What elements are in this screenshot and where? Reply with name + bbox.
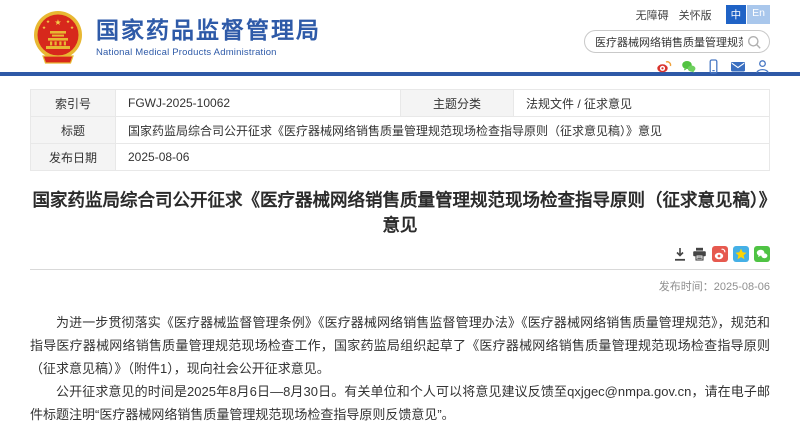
site-title: 国家药品监督管理局 <box>96 16 321 45</box>
date-label: 发布日期 <box>31 144 116 171</box>
body-text: 为进一步贯彻落实《医疗器械监督管理条例》《医疗器械网络销售监督管理办法》《医疗器… <box>30 311 770 426</box>
table-row: 标题 国家药监局综合司公开征求《医疗器械网络销售质量管理规范现场检查指导原则（征… <box>31 117 770 144</box>
publish-time-label: 发布时间： <box>659 281 714 293</box>
mobile-icon[interactable] <box>706 59 721 74</box>
site-header: ★ ★ ★ ★ ★ 国家药品监督管理局 National Medical Pro… <box>0 0 800 72</box>
mail-icon[interactable] <box>730 59 746 74</box>
share-qzone-icon[interactable] <box>733 246 749 262</box>
svg-text:★: ★ <box>54 18 61 27</box>
publish-time: 发布时间：2025-08-06 <box>30 278 770 294</box>
search-icon[interactable] <box>747 35 762 50</box>
publish-time-value: 2025-08-06 <box>714 281 770 293</box>
svg-text:★: ★ <box>70 25 74 30</box>
svg-text:★: ★ <box>46 19 50 24</box>
index-value: FGWJ-2025-10062 <box>116 90 401 117</box>
title-label: 标题 <box>31 117 116 144</box>
search-input[interactable] <box>585 31 769 52</box>
index-label: 索引号 <box>31 90 116 117</box>
page: ★ ★ ★ ★ ★ 国家药品监督管理局 National Medical Pro… <box>0 0 800 434</box>
lang-en-button[interactable]: En <box>747 5 770 24</box>
lang-zh-button[interactable]: 中 <box>726 5 747 24</box>
page-title: 国家药监局综合司公开征求《医疗器械网络销售质量管理规范现场检查指导原则（征求意见… <box>30 188 770 237</box>
language-switch: 中 En <box>726 5 770 24</box>
print-icon[interactable] <box>692 247 707 261</box>
paragraph: 公开征求意见的时间是2025年8月6日—8月30日。有关单位和个人可以将意见建议… <box>30 380 770 426</box>
article-content: 索引号 FGWJ-2025-10062 主题分类 法规文件 / 征求意见 标题 … <box>0 89 800 434</box>
title-divider <box>30 269 770 270</box>
national-emblem-logo: ★ ★ ★ ★ ★ <box>30 8 86 66</box>
share-weibo-icon[interactable] <box>712 246 728 262</box>
brand-text: 国家药品监督管理局 National Medical Products Admi… <box>96 16 321 59</box>
utility-row: 无障碍 关怀版 中 En <box>584 5 770 24</box>
search-box <box>584 30 770 53</box>
wechat-icon[interactable] <box>681 59 697 74</box>
social-row <box>584 59 770 74</box>
category-label: 主题分类 <box>401 90 514 117</box>
table-row: 发布日期 2025-08-06 <box>31 144 770 171</box>
site-subtitle: National Medical Products Administration <box>96 47 321 58</box>
weibo-icon[interactable] <box>656 59 672 74</box>
svg-text:★: ★ <box>42 25 46 30</box>
user-icon[interactable] <box>755 59 770 74</box>
title-value: 国家药监局综合司公开征求《医疗器械网络销售质量管理规范现场检查指导原则（征求意见… <box>116 117 770 144</box>
svg-text:★: ★ <box>66 19 70 24</box>
date-value: 2025-08-06 <box>116 144 770 171</box>
accessibility-link[interactable]: 无障碍 <box>636 7 669 23</box>
table-row: 索引号 FGWJ-2025-10062 主题分类 法规文件 / 征求意见 <box>31 90 770 117</box>
action-row <box>30 246 770 262</box>
download-icon[interactable] <box>673 247 687 261</box>
care-version-link[interactable]: 关怀版 <box>679 7 712 23</box>
header-right: 无障碍 关怀版 中 En <box>584 5 770 74</box>
document-meta-table: 索引号 FGWJ-2025-10062 主题分类 法规文件 / 征求意见 标题 … <box>30 89 770 171</box>
paragraph: 为进一步贯彻落实《医疗器械监督管理条例》《医疗器械网络销售监督管理办法》《医疗器… <box>30 311 770 380</box>
share-wechat-icon[interactable] <box>754 246 770 262</box>
category-value: 法规文件 / 征求意见 <box>514 90 770 117</box>
